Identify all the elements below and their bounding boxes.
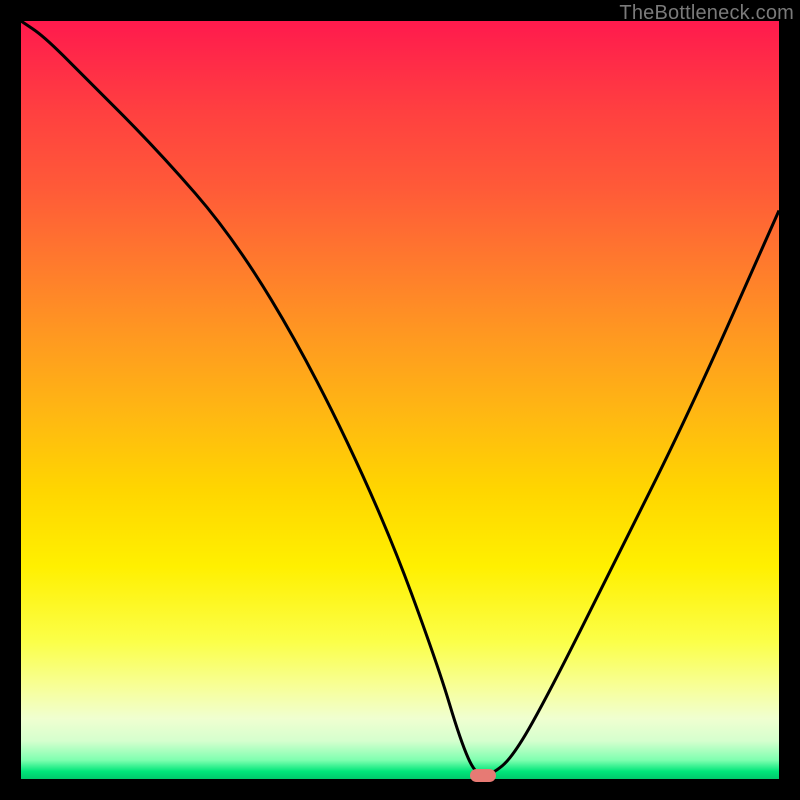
bottleneck-curve xyxy=(0,0,800,800)
watermark-text: TheBottleneck.com xyxy=(619,2,794,25)
optimal-marker xyxy=(470,769,496,782)
